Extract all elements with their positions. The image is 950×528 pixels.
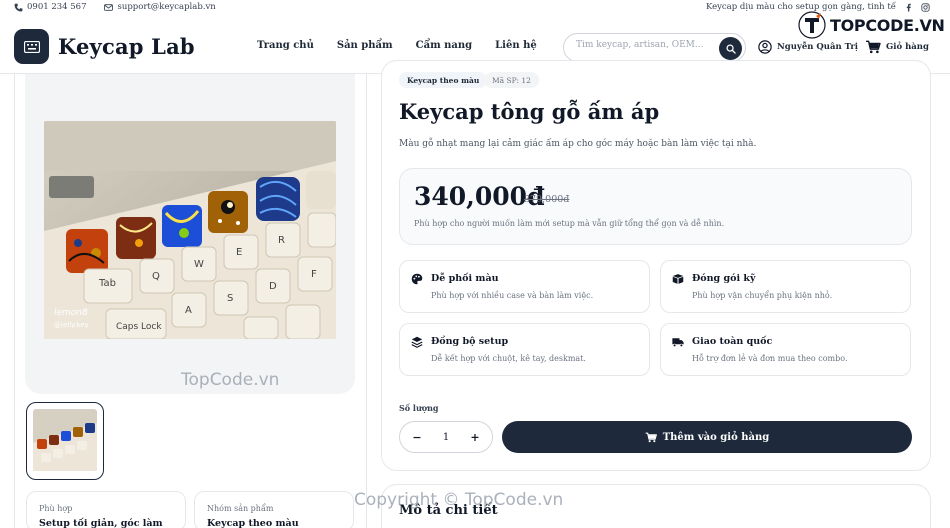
feature-title: Giao toàn quốc	[692, 336, 773, 347]
old-price: 379,000đ	[524, 194, 570, 205]
info-card-label: Phù hợp	[39, 504, 73, 513]
watermark-logo: TOPCODE.VN	[797, 10, 945, 40]
search-input[interactable]	[576, 40, 716, 50]
feature-title: Đóng gói kỹ	[692, 273, 756, 284]
cart-link[interactable]: Giỏ hàng	[865, 40, 929, 54]
photo-handle: @jelly.key	[54, 321, 89, 329]
product-description: Màu gỗ nhạt mang lại cảm giác ấm áp cho …	[399, 139, 757, 149]
price-note: Phù hợp cho người muốn làm mới setup mà …	[414, 219, 725, 228]
quantity-value[interactable]: 1	[443, 432, 449, 443]
add-to-cart-button[interactable]: Thêm vào giỏ hàng	[502, 421, 912, 453]
info-card-suitable: Phù hợp Setup tối giản, góc làm việc	[26, 491, 186, 528]
truck-icon	[672, 338, 684, 348]
quantity-label: Số lượng	[399, 403, 439, 413]
info-card-value: Keycap theo màu	[207, 518, 299, 528]
brand-logo-icon	[798, 11, 826, 39]
svg-text:F: F	[311, 269, 317, 280]
feature-desc: Phù hợp vận chuyển phụ kiện nhỏ.	[692, 291, 833, 300]
feature-title: Đồng bộ setup	[431, 336, 509, 347]
phone-text: 0901 234 567	[27, 2, 87, 12]
feature-desc: Dễ kết hợp với chuột, kê tay, deskmat.	[431, 354, 586, 363]
svg-text:D: D	[269, 281, 277, 292]
info-card-value: Setup tối giản, góc làm việc	[39, 518, 163, 528]
layers-icon	[411, 336, 423, 348]
cart-icon	[866, 40, 881, 54]
cart-icon	[645, 432, 657, 442]
main-nav: Trang chủ Sản phẩm Cẩm nang Liên hệ	[257, 40, 537, 51]
logo-text[interactable]: Keycap Lab	[58, 34, 195, 59]
watermark-copyright: Copyright © TopCode.vn	[354, 490, 564, 510]
nav-item-contact[interactable]: Liên hệ	[495, 40, 537, 51]
keyboard-icon	[23, 40, 40, 53]
cart-label: Giỏ hàng	[886, 42, 929, 52]
user-icon	[758, 40, 772, 54]
gallery-border-left	[14, 74, 15, 528]
nav-item-products[interactable]: Sản phẩm	[337, 40, 393, 51]
svg-text:Q: Q	[152, 271, 160, 282]
palette-icon	[411, 273, 423, 285]
svg-text:E: E	[236, 247, 242, 258]
info-card-label: Nhóm sản phẩm	[207, 504, 274, 513]
email-contact[interactable]: support@keycaplab.vn	[104, 2, 216, 12]
feature-desc: Hỗ trợ đơn lẻ và đơn mua theo combo.	[692, 354, 848, 363]
logo-badge[interactable]	[14, 29, 49, 64]
search-button[interactable]	[719, 37, 742, 60]
info-card-category: Nhóm sản phẩm Keycap theo màu	[194, 491, 354, 528]
main-product-photo[interactable]: Tab Q W E R Caps Lock A S D F lemon8 @je…	[44, 121, 336, 339]
feature-title: Dễ phối màu	[431, 273, 499, 284]
box-icon	[672, 274, 684, 284]
mail-icon	[104, 3, 114, 11]
feature-desc: Phù hợp với nhiều case và bàn làm việc.	[431, 291, 594, 300]
feature-card-color: Dễ phối màu Phù hợp với nhiều case và bà…	[399, 260, 650, 313]
add-to-cart-label: Thêm vào giỏ hàng	[662, 431, 770, 443]
svg-text:R: R	[278, 235, 285, 246]
nav-item-home[interactable]: Trang chủ	[257, 40, 314, 51]
feature-card-setup: Đồng bộ setup Dễ kết hợp với chuột, kê t…	[399, 323, 650, 376]
photo-watermark: lemon8	[54, 308, 88, 318]
nav-item-guide[interactable]: Cẩm nang	[416, 40, 473, 51]
svg-text:A: A	[185, 305, 192, 316]
quantity-stepper: − 1 +	[399, 421, 493, 453]
watermark-center: TopCode.vn	[181, 370, 280, 390]
svg-text:W: W	[194, 259, 204, 270]
user-account[interactable]: Nguyễn Quân Trị	[758, 40, 858, 54]
gallery-thumbnail[interactable]	[26, 402, 104, 480]
email-text: support@keycaplab.vn	[117, 2, 216, 12]
contact-info: 0901 234 567 support@keycaplab.vn	[14, 2, 216, 12]
product-title: Keycap tông gỗ ấm áp	[399, 99, 660, 124]
thumbnail-image	[33, 409, 97, 473]
phone-contact[interactable]: 0901 234 567	[14, 2, 86, 12]
svg-text:Caps Lock: Caps Lock	[116, 322, 162, 332]
watermark-brand-text: TOPCODE.VN	[830, 15, 945, 35]
feature-card-shipping: Giao toàn quốc Hỗ trợ đơn lẻ và đơn mua …	[660, 323, 911, 376]
gallery-border-right	[366, 74, 367, 528]
quantity-increase-button[interactable]: +	[469, 431, 481, 444]
thumbnail-illustration	[33, 409, 97, 471]
user-name: Nguyễn Quân Trị	[777, 42, 859, 52]
search-icon	[725, 43, 736, 54]
sku-chip: Mã SP: 12	[484, 72, 539, 88]
phone-icon	[14, 3, 23, 11]
category-chip[interactable]: Keycap theo màu	[399, 72, 488, 88]
feature-card-packing: Đóng gói kỹ Phù hợp vận chuyển phụ kiện …	[660, 260, 911, 313]
svg-text:Tab: Tab	[98, 278, 116, 289]
search-box	[563, 33, 746, 62]
svg-text:S: S	[227, 293, 233, 304]
keycap-photo-illustration: Tab Q W E R Caps Lock A S D F lemon8 @je…	[44, 121, 336, 339]
quantity-decrease-button[interactable]: −	[411, 431, 423, 444]
